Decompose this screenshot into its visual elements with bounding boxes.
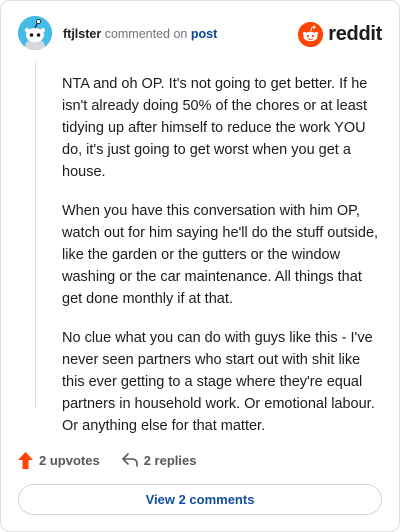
comment-body: NTA and oh OP. It's not going to get bet… [62, 73, 380, 454]
comment-paragraph: When you have this conversation with him… [62, 203, 379, 307]
action-text: commented on [104, 27, 188, 41]
reply-arrow-icon [121, 453, 138, 467]
upvote-button[interactable]: 2 upvotes [18, 451, 100, 469]
reddit-logo-icon [298, 21, 324, 47]
reply-count: 2 replies [143, 452, 197, 468]
user-avatar[interactable] [18, 16, 52, 50]
reddit-brand[interactable]: reddit [298, 21, 382, 47]
comment-meta: ftjlster commented on post [63, 26, 217, 42]
upvote-arrow-icon [18, 451, 33, 469]
reply-button[interactable]: 2 replies [121, 452, 197, 468]
thread-line [35, 61, 36, 409]
view-comments-button[interactable]: View 2 comments [18, 484, 382, 515]
username-link[interactable]: ftjlster [63, 27, 101, 41]
comment-paragraph: No clue what you can do with guys like t… [62, 330, 375, 434]
post-link[interactable]: post [191, 27, 217, 41]
comment-actions: 2 upvotes 2 replies [18, 450, 218, 470]
comment-paragraph: NTA and oh OP. It's not going to get bet… [62, 76, 368, 180]
snoo-avatar-icon [18, 16, 52, 50]
comment-card: ftjlster commented on post reddit NTA an… [0, 0, 400, 532]
upvote-count: 2 upvotes [39, 452, 100, 468]
brand-wordmark: reddit [328, 22, 382, 45]
comment-header: ftjlster commented on post reddit [18, 16, 382, 52]
